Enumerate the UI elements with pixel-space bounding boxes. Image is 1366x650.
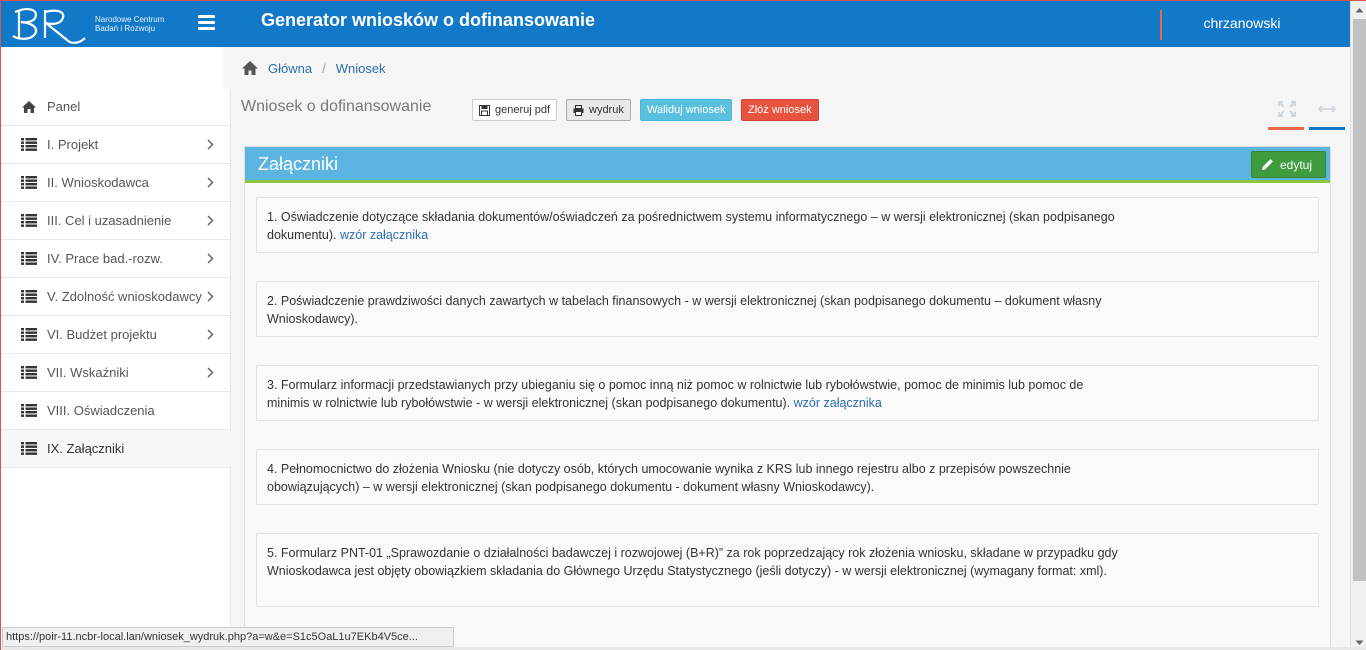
- sidebar-item-label: IX. Załączniki: [47, 441, 125, 456]
- breadcrumb-separator: /: [322, 60, 326, 76]
- template-link[interactable]: wzór załącznika: [794, 396, 882, 410]
- sidebar-item-zalaczniki[interactable]: IX. Załączniki: [1, 430, 231, 468]
- sidebar-item-label: VIII. Oświadczenia: [47, 403, 155, 418]
- generate-pdf-button[interactable]: generuj pdf: [472, 99, 558, 121]
- sidebar-item-wskazniki[interactable]: VII. Wskaźniki: [1, 354, 231, 392]
- chevron-right-icon: [207, 253, 217, 264]
- sidebar-item-label: IV. Prace bad.-rozw.: [47, 251, 163, 266]
- list-icon: [21, 442, 37, 456]
- print-button[interactable]: wydruk: [566, 99, 631, 121]
- sidebar-item-zdolnosc[interactable]: V. Zdolność wnioskodawcy: [1, 278, 231, 316]
- sidebar-item-oswiadczenia[interactable]: VIII. Oświadczenia: [1, 392, 231, 430]
- list-icon: [21, 176, 37, 190]
- breadcrumb-link-home[interactable]: Główna: [268, 61, 312, 76]
- sidebar-item-label: III. Cel i uzasadnienie: [47, 213, 172, 228]
- edit-label: edytuj: [1280, 157, 1313, 172]
- user-menu[interactable]: chrzanowski: [1162, 15, 1322, 31]
- ncbr-logo-icon: [12, 8, 86, 44]
- sidebar: Panel I. Projekt II. Wnioskodawca III. C…: [1, 47, 231, 650]
- active-tab-indicator: [1268, 127, 1304, 130]
- list-icon: [21, 290, 37, 304]
- home-icon: [21, 100, 37, 114]
- list-icon: [21, 404, 37, 418]
- status-bar-url: https://poir-11.ncbr-local.lan/wniosek_w…: [2, 627, 454, 647]
- breadcrumb-link-wniosek[interactable]: Wniosek: [336, 61, 386, 76]
- sidebar-item-label: II. Wnioskodawca: [47, 175, 149, 190]
- menu-toggle-icon[interactable]: [198, 15, 215, 31]
- sidebar-item-label: VII. Wskaźniki: [47, 365, 129, 380]
- chevron-right-icon: [207, 329, 217, 340]
- list-icon: [21, 252, 37, 266]
- app-title: Generator wniosków o dofinansowanie: [261, 10, 596, 30]
- sidebar-item-label: VI. Budżet projektu: [47, 327, 157, 342]
- validate-button[interactable]: Waliduj wniosek: [640, 99, 733, 121]
- list-icon: [21, 214, 37, 228]
- attachment-item: 3. Formularz informacji przedstawianych …: [256, 365, 1319, 421]
- chevron-right-icon: [207, 291, 217, 302]
- sidebar-item-budzet[interactable]: VI. Budżet projektu: [1, 316, 231, 354]
- chevron-right-icon: [207, 367, 217, 378]
- chevron-right-icon: [207, 139, 217, 150]
- sidebar-item-projekt[interactable]: I. Projekt: [1, 126, 231, 164]
- attachment-item: 4. Pełnomocnictwo do złożenia Wniosku (n…: [256, 449, 1319, 505]
- sidebar-item-prace[interactable]: IV. Prace bad.-rozw.: [1, 240, 231, 278]
- attachment-text: 3. Formularz informacji przedstawianych …: [267, 378, 1084, 410]
- sidebar-item-cel[interactable]: III. Cel i uzasadnienie: [1, 202, 231, 240]
- print-label: wydruk: [589, 104, 624, 116]
- tab-indicator: [1309, 127, 1345, 130]
- sidebar-item-wnioskodawca[interactable]: II. Wnioskodawca: [1, 164, 231, 202]
- scrollbar-thumb[interactable]: [1353, 19, 1366, 581]
- logo[interactable]: Narodowe Centrum Badań i Rozwoju: [1, 1, 230, 47]
- list-icon: [21, 328, 37, 342]
- sidebar-item-panel[interactable]: Panel: [1, 88, 231, 126]
- chevron-right-icon: [207, 177, 217, 188]
- edit-button[interactable]: edytuj: [1251, 151, 1326, 178]
- submit-button[interactable]: Złóż wniosek: [741, 99, 819, 121]
- chevron-right-icon: [207, 215, 217, 226]
- scroll-up-icon[interactable]: [1351, 1, 1366, 18]
- panel-header: Załączniki edytuj: [245, 147, 1330, 183]
- attachment-item: 1. Oświadczenie dotyczące składania doku…: [256, 197, 1319, 253]
- top-header: Narodowe Centrum Badań i Rozwoju Generat…: [1, 1, 1350, 47]
- attachment-text: 2. Poświadczenie prawdziwości danych zaw…: [267, 294, 1102, 326]
- attachments-panel: Załączniki edytuj 1. Oświadczenie dotycz…: [244, 146, 1331, 650]
- horizontal-resize-icon[interactable]: [1317, 102, 1337, 116]
- attachment-text: 4. Pełnomocnictwo do złożenia Wniosku (n…: [267, 462, 1071, 494]
- save-icon: [479, 104, 490, 116]
- sidebar-item-label: Panel: [47, 99, 81, 114]
- attachment-item: 5. Formularz PNT-01 „Sprawozdanie o dzia…: [256, 533, 1319, 607]
- list-icon: [21, 138, 37, 152]
- print-icon: [573, 104, 584, 116]
- pencil-icon: [1262, 159, 1273, 170]
- template-link[interactable]: wzór załącznika: [340, 228, 428, 242]
- logo-text: Narodowe Centrum Badań i Rozwoju: [95, 15, 165, 33]
- page-title: Wniosek o dofinansowanie: [241, 98, 432, 115]
- list-icon: [21, 366, 37, 380]
- sidebar-item-label: V. Zdolność wnioskodawcy: [47, 289, 202, 304]
- page-scrollbar[interactable]: [1350, 1, 1366, 650]
- generate-pdf-label: generuj pdf: [495, 104, 551, 116]
- fullscreen-icon[interactable]: [1277, 100, 1297, 118]
- attachment-text: 5. Formularz PNT-01 „Sprawozdanie o dzia…: [267, 546, 1118, 578]
- panel-title: Załączniki: [258, 154, 339, 174]
- attachment-item: 2. Poświadczenie prawdziwości danych zaw…: [256, 281, 1319, 337]
- breadcrumb: Główna / Wniosek: [223, 47, 1350, 89]
- home-icon[interactable]: [241, 60, 259, 76]
- sidebar-item-label: I. Projekt: [47, 137, 99, 152]
